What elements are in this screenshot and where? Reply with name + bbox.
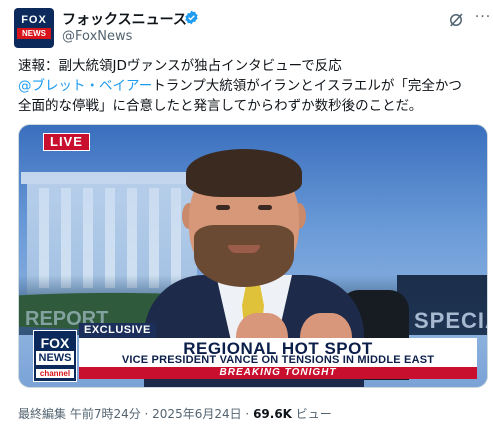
live-badge: LIVE (43, 133, 90, 151)
breaking-bar: BREAKING TONIGHT (79, 367, 477, 379)
memorial-column (83, 188, 93, 288)
avatar[interactable]: FOX NEWS (14, 8, 54, 48)
verified-badge-icon (185, 10, 198, 25)
tweet-line-1: 速報：副大統領JDヴァンスが独占インタビューで反応 (18, 58, 342, 74)
views-count: 69.6K (253, 407, 292, 421)
beard (194, 225, 294, 287)
more-icon[interactable]: ··· (473, 10, 493, 30)
tweet-line-2-text: トランプ大統領がイランとイスラエルが「完全かつ (152, 78, 462, 94)
tweet-text: 速報：副大統領JDヴァンスが独占インタビューで反応 @ブレット・ベイアートランプ… (18, 56, 484, 116)
tweet-line-2: @ブレット・ベイアートランプ大統領がイランとイスラエルが「完全かつ (18, 76, 484, 96)
tweet-meta: 最終編集 午前7時24分 · 2025年6月24日 · 69.6K ビュー (18, 405, 332, 422)
fox-news-channel-logo: FOX NEWS channel (33, 330, 77, 382)
video-media[interactable]: REPORT SPECIA LIVE FOX NEWS channel EXCL… (18, 124, 488, 388)
views-label: ビュー (291, 407, 332, 421)
eye-left (216, 205, 230, 210)
subheadline: VICE PRESIDENT VANCE ON TENSIONS IN MIDD… (121, 354, 435, 366)
logo-channel-text: channel (36, 369, 74, 378)
memorial-column (105, 188, 115, 288)
logo-news-text: NEWS (36, 351, 74, 365)
memorial-column (39, 188, 49, 288)
account-name[interactable]: フォックスニュース (62, 9, 187, 29)
exclusive-tag: EXCLUSIVE (79, 323, 156, 338)
logo-fox-text: FOX (40, 335, 70, 351)
background-text-right: SPECIA (414, 308, 487, 333)
mouth (228, 245, 260, 253)
tweet-header: FOX NEWS フォックスニュース @FoxNews ··· (14, 8, 490, 48)
hair (186, 149, 302, 197)
memorial-column (61, 188, 71, 288)
tweet-line-3: 全面的な停戦」に合意したと発言してからわずか数秒後のことだ。 (18, 98, 423, 114)
eye-right (258, 205, 272, 210)
grok-icon[interactable] (447, 11, 465, 29)
mention-link[interactable]: @ブレット・ベイアー (18, 78, 152, 94)
account-handle[interactable]: @FoxNews (62, 29, 132, 44)
avatar-fox-text: FOX (21, 14, 47, 26)
edited-time[interactable]: 最終編集 午前7時24分 · 2025年6月24日 · (18, 407, 253, 421)
avatar-news-text: NEWS (17, 28, 51, 39)
